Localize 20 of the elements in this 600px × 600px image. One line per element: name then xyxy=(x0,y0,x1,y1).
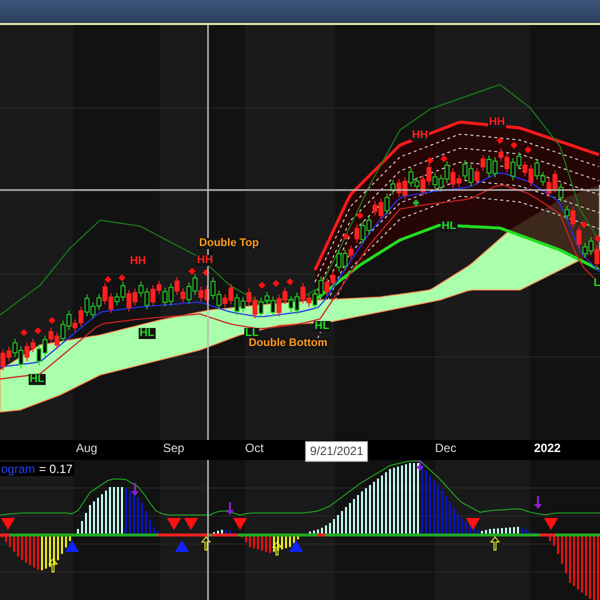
axis-label: Dec xyxy=(435,442,456,454)
chart-annotation: HH xyxy=(411,130,429,141)
axis-label: 2022 xyxy=(534,442,561,454)
crosshair-date-label: 9/21/2021 xyxy=(305,441,368,462)
chart-annotation: Double Top xyxy=(198,238,260,249)
chart-annotation: HH xyxy=(129,256,147,267)
chart-annotation: HL xyxy=(314,321,330,332)
chart-annotation: HL xyxy=(138,328,156,339)
chart-annotation: Double Bottom xyxy=(248,338,328,349)
legend-value: = 0.17 xyxy=(39,462,73,476)
chart-annotation: LL xyxy=(244,328,260,339)
axis-label: Sep xyxy=(163,442,184,454)
chart-annotation: L xyxy=(592,278,600,289)
chart-annotation: HL xyxy=(440,221,458,232)
chart-annotation: HL xyxy=(28,374,46,385)
axis-label: Aug xyxy=(76,442,98,454)
legend-name: ogram xyxy=(1,462,36,476)
chart-annotation: HH xyxy=(488,117,506,128)
axis-label: Oct xyxy=(245,442,264,454)
chart-annotation: HH xyxy=(196,255,214,266)
